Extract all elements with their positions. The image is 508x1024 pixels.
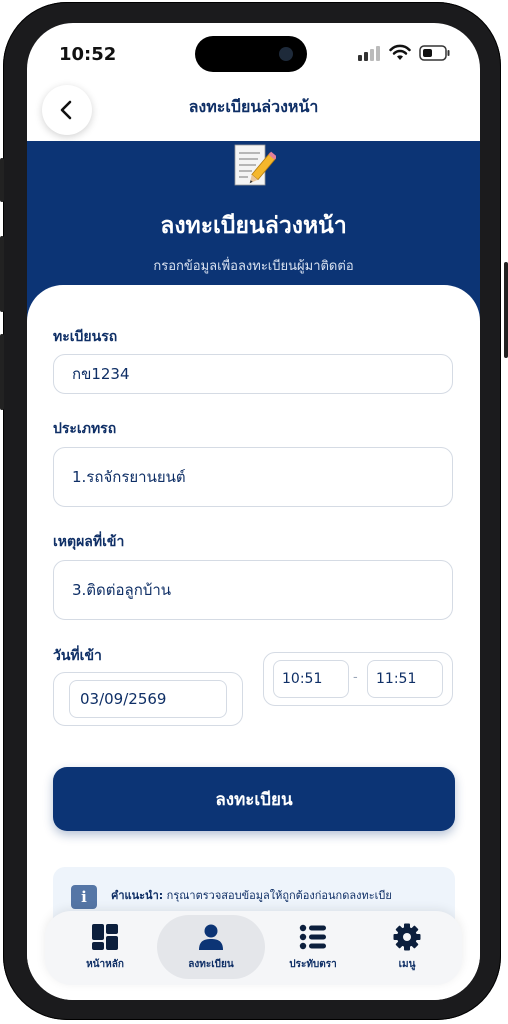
hero-subtitle: กรอกข้อมูลเพื่อลงทะเบียนผู้มาติดต่อ — [153, 259, 354, 274]
screen: 10:52 ลงทะเบียนล่วงหน้า ลงทะเบียนล่วงหน้… — [27, 23, 480, 1000]
hint-message: กรุณาตรวจสอบข้อมูลให้ถูกต้องก่อนกดลงทะเบ… — [166, 889, 392, 902]
plate-label: ทะเบียนรถ — [53, 329, 118, 345]
dynamic-island — [195, 36, 307, 72]
status-bar: 10:52 — [27, 23, 480, 81]
time-to-input[interactable]: 11:51 — [367, 660, 443, 698]
nav-label-home: หน้าหลัก — [86, 959, 124, 970]
register-button[interactable]: ลงทะเบียน — [53, 767, 455, 831]
nav-label-register: ลงทะเบียน — [188, 959, 234, 970]
hint-text: คำแนะนำ: กรุณาตรวจสอบข้อมูลให้ถูกต้องก่อ… — [111, 886, 392, 904]
nav-label-menu: เมนู — [398, 959, 416, 970]
nav-item-stamp[interactable]: ประทับตรา — [261, 911, 365, 985]
wifi-icon — [389, 44, 411, 60]
power-button — [504, 262, 508, 358]
date-input[interactable]: 03/09/2569 — [69, 680, 227, 718]
list-icon — [299, 924, 326, 950]
reason-select[interactable]: 3.ติดต่อลูกบ้าน — [53, 560, 453, 620]
user-icon — [199, 924, 223, 950]
time-range-field: 10:51 - 11:51 — [263, 652, 453, 706]
hint-title: คำแนะนำ: — [111, 889, 164, 902]
vehicle-type-label: ประเภทรถ — [53, 421, 117, 437]
page-title: ลงทะเบียนล่วงหน้า — [188, 97, 319, 116]
info-icon: i — [71, 885, 97, 909]
nav-item-menu[interactable]: เมนู — [355, 911, 459, 985]
nav-item-register[interactable]: ลงทะเบียน — [157, 911, 265, 985]
date-label: วันที่เข้า — [53, 648, 102, 664]
battery-icon — [419, 45, 450, 61]
signal-icon — [358, 46, 380, 61]
action-button — [0, 158, 4, 202]
dashboard-icon — [92, 924, 118, 950]
camera-icon — [279, 47, 293, 61]
nav-label-stamp: ประทับตรา — [289, 959, 337, 970]
date-field: 03/09/2569 — [53, 672, 243, 726]
plate-input[interactable]: กข1234 — [53, 354, 453, 394]
time-from-input[interactable]: 10:51 — [273, 660, 349, 698]
hero-title: ลงทะเบียนล่วงหน้า — [160, 213, 347, 239]
nav-item-home[interactable]: หน้าหลัก — [53, 911, 157, 985]
reason-label: เหตุผลที่เข้า — [53, 534, 125, 550]
vehicle-type-select[interactable]: 1.รถจักรยานยนต์ — [53, 447, 453, 507]
volume-down-button — [0, 334, 4, 410]
memo-icon — [234, 144, 276, 186]
status-time: 10:52 — [59, 44, 117, 65]
volume-up-button — [0, 236, 4, 312]
top-bar: ลงทะเบียนล่วงหน้า — [27, 81, 480, 143]
bottom-nav: หน้าหลัก ลงทะเบียน ประทับตรา เมนู — [45, 911, 462, 985]
time-separator: - — [353, 670, 358, 685]
gear-icon — [393, 923, 421, 951]
